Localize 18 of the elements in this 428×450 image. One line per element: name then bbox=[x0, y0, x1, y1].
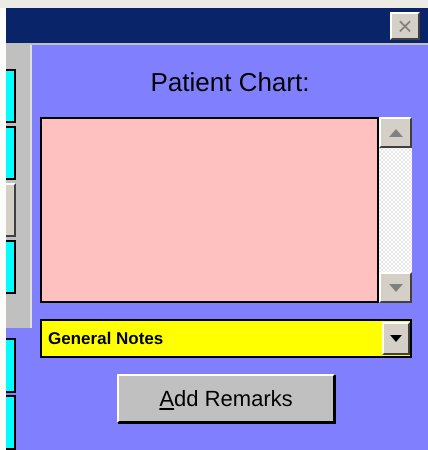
up-arrow-icon bbox=[388, 128, 402, 136]
notes-field[interactable] bbox=[40, 117, 379, 303]
input-field[interactable] bbox=[6, 69, 16, 123]
input-field[interactable] bbox=[6, 395, 16, 450]
input-field[interactable] bbox=[6, 240, 16, 294]
input-field[interactable] bbox=[6, 338, 16, 393]
input-field[interactable] bbox=[6, 126, 16, 180]
scrollbar[interactable] bbox=[379, 117, 412, 303]
down-arrow-icon bbox=[388, 284, 402, 292]
caret-icon bbox=[390, 335, 402, 342]
category-dropdown[interactable]: General Notes bbox=[40, 319, 412, 358]
panel-title: Patient Chart: bbox=[150, 66, 310, 99]
side-button[interactable] bbox=[6, 183, 16, 237]
dropdown-value: General Notes bbox=[47, 328, 164, 350]
add-remarks-button[interactable]: Add Remarks bbox=[117, 374, 335, 423]
scroll-up-button[interactable] bbox=[379, 117, 412, 148]
dropdown-arrow-button[interactable] bbox=[382, 322, 410, 355]
scroll-down-button[interactable] bbox=[379, 272, 412, 303]
